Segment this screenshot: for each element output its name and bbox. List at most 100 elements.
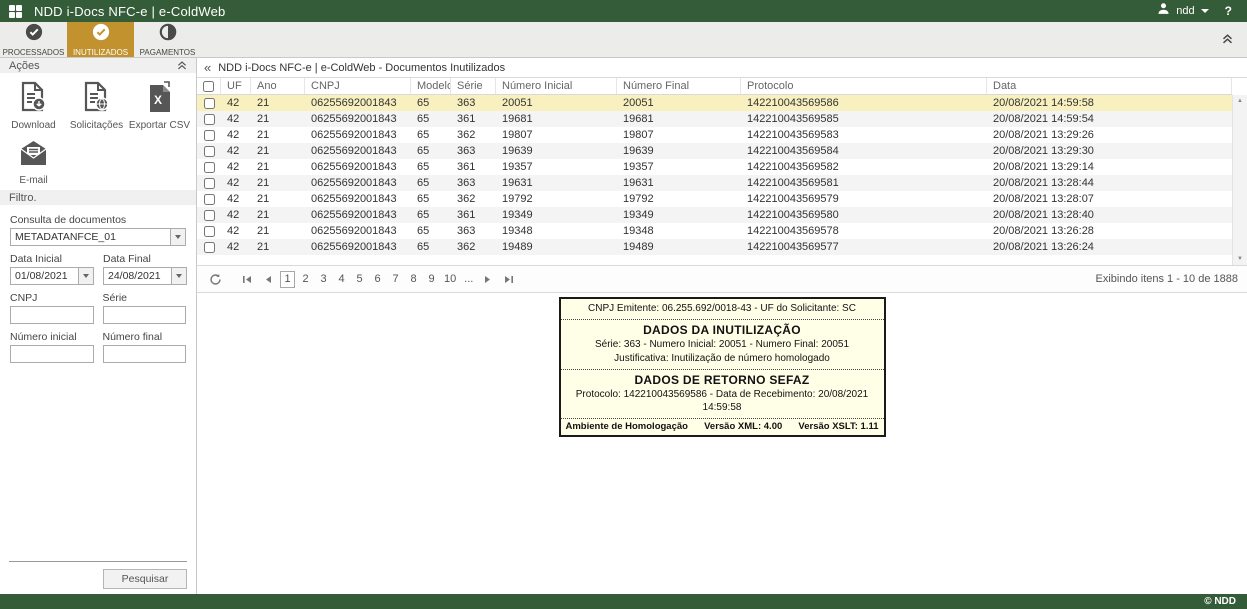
tab-label: PAGAMENTOS	[140, 48, 196, 57]
consulta-select[interactable]	[10, 228, 186, 246]
user-menu[interactable]: ndd	[1157, 2, 1208, 20]
email-button[interactable]: E-mail	[2, 139, 65, 186]
row-checkbox[interactable]	[204, 162, 215, 173]
column-header[interactable]: UF	[221, 78, 251, 94]
table-row[interactable]: 4221062556920018436536219489194891422100…	[197, 239, 1232, 255]
table-header-row: UFAnoCNPJModeloSérieNúmero InicialNúmero…	[197, 78, 1232, 95]
column-header[interactable]: Número Final	[617, 78, 741, 94]
column-header[interactable]: Data	[987, 78, 1232, 94]
data-final-input[interactable]	[104, 268, 171, 284]
chevron-down-icon[interactable]	[171, 268, 186, 284]
page-button[interactable]: 6	[370, 271, 385, 288]
table-row[interactable]: 4221062556920018436536319631196311422100…	[197, 175, 1232, 191]
chevron-down-icon[interactable]	[170, 229, 185, 245]
page-button[interactable]: 10	[442, 271, 458, 288]
table-cell: 363	[451, 225, 496, 237]
actions-toolbar: Download Solicitações	[0, 73, 196, 190]
table-row[interactable]: 4221062556920018436536219807198071422100…	[197, 127, 1232, 143]
table-cell: 362	[451, 193, 496, 205]
page-button[interactable]: 3	[316, 271, 331, 288]
column-header[interactable]: Protocolo	[741, 78, 987, 94]
row-checkbox[interactable]	[204, 130, 215, 141]
collapse-actions-icon[interactable]	[177, 61, 187, 70]
content-area: Ações Download	[0, 58, 1247, 594]
column-header[interactable]: Ano	[251, 78, 305, 94]
table-cell: 19489	[496, 241, 617, 253]
cnpj-input[interactable]	[10, 306, 94, 324]
table-cell: 363	[451, 145, 496, 157]
table-row[interactable]: 4221062556920018436536219792197921422100…	[197, 191, 1232, 207]
numero-final-input[interactable]	[103, 345, 187, 363]
contrast-circle-icon	[159, 23, 177, 46]
row-checkbox[interactable]	[204, 114, 215, 125]
page-button[interactable]: 9	[424, 271, 439, 288]
items-status: Exibindo itens 1 - 10 de 1888	[1096, 273, 1239, 285]
row-checkbox[interactable]	[204, 226, 215, 237]
table-cell: 42	[221, 129, 251, 141]
table-cell: 142210043569581	[741, 177, 987, 189]
data-inicial-picker[interactable]	[10, 267, 94, 285]
page-button[interactable]: 4	[334, 271, 349, 288]
row-checkbox[interactable]	[204, 178, 215, 189]
next-page-button[interactable]	[479, 270, 497, 288]
scroll-up-icon[interactable]: ▲	[1237, 98, 1243, 104]
data-final-picker[interactable]	[103, 267, 187, 285]
scroll-down-icon[interactable]: ▼	[1237, 256, 1243, 262]
table-row[interactable]: 4221062556920018436536119357193571422100…	[197, 159, 1232, 175]
tab-inutilizados[interactable]: INUTILIZADOS	[67, 22, 134, 57]
chevron-down-icon[interactable]	[78, 268, 93, 284]
select-all-checkbox[interactable]	[203, 81, 214, 92]
column-header[interactable]: CNPJ	[305, 78, 411, 94]
help-button[interactable]: ?	[1225, 4, 1232, 18]
tab-processados[interactable]: PROCESSADOS	[0, 22, 67, 57]
table-cell: 19489	[617, 241, 741, 253]
page-button[interactable]: 1	[280, 271, 295, 288]
collapse-ribbon-icon[interactable]	[1222, 31, 1233, 49]
cnpj-label: CNPJ	[10, 292, 94, 304]
vertical-scrollbar[interactable]: ▲ ▼	[1232, 95, 1247, 265]
table-cell: 363	[451, 177, 496, 189]
table-cell: 361	[451, 209, 496, 221]
page-button[interactable]: 2	[298, 271, 313, 288]
refresh-icon[interactable]	[206, 270, 224, 288]
page-button[interactable]: 8	[406, 271, 421, 288]
table-row[interactable]: 4221062556920018436536320051200511422100…	[197, 95, 1232, 111]
page-button[interactable]: 5	[352, 271, 367, 288]
row-checkbox[interactable]	[204, 242, 215, 253]
first-page-button[interactable]	[238, 270, 256, 288]
user-name: ndd	[1176, 5, 1194, 17]
table-row[interactable]: 4221062556920018436536119681196811422100…	[197, 111, 1232, 127]
detail-section2-title: DADOS DE RETORNO SEFAZ	[565, 373, 880, 387]
table-row[interactable]: 4221062556920018436536319639196391422100…	[197, 143, 1232, 159]
row-checkbox[interactable]	[204, 194, 215, 205]
column-header[interactable]: Série	[451, 78, 496, 94]
data-inicial-input[interactable]	[11, 268, 78, 284]
column-header[interactable]: Número Inicial	[496, 78, 617, 94]
sidebar-bottom: Pesquisar	[0, 561, 196, 594]
check-circle-icon	[25, 23, 43, 46]
column-header[interactable]: Modelo	[411, 78, 451, 94]
collapse-sidebar-icon[interactable]: «	[204, 61, 211, 74]
row-checkbox[interactable]	[204, 98, 215, 109]
prev-page-button[interactable]	[259, 270, 277, 288]
row-checkbox[interactable]	[204, 210, 215, 221]
pesquisar-button[interactable]: Pesquisar	[103, 569, 187, 589]
serie-input[interactable]	[103, 306, 187, 324]
exportar-csv-button[interactable]: X Exportar CSV	[128, 81, 191, 131]
table-row[interactable]: 4221062556920018436536319348193481422100…	[197, 223, 1232, 239]
table-cell: 06255692001843	[305, 161, 411, 173]
apps-grid-icon[interactable]	[9, 5, 22, 18]
consulta-input[interactable]	[11, 229, 170, 245]
table-row[interactable]: 4221062556920018436536119349193491422100…	[197, 207, 1232, 223]
download-button[interactable]: Download	[2, 81, 65, 131]
solicitacoes-button[interactable]: Solicitações	[65, 81, 128, 131]
page-button[interactable]: 7	[388, 271, 403, 288]
last-page-button[interactable]	[500, 270, 518, 288]
table-cell: 42	[221, 193, 251, 205]
table-cell: 363	[451, 97, 496, 109]
row-checkbox-cell	[197, 162, 221, 173]
table-cell: 361	[451, 113, 496, 125]
numero-inicial-input[interactable]	[10, 345, 94, 363]
tab-pagamentos[interactable]: PAGAMENTOS	[134, 22, 201, 57]
row-checkbox[interactable]	[204, 146, 215, 157]
